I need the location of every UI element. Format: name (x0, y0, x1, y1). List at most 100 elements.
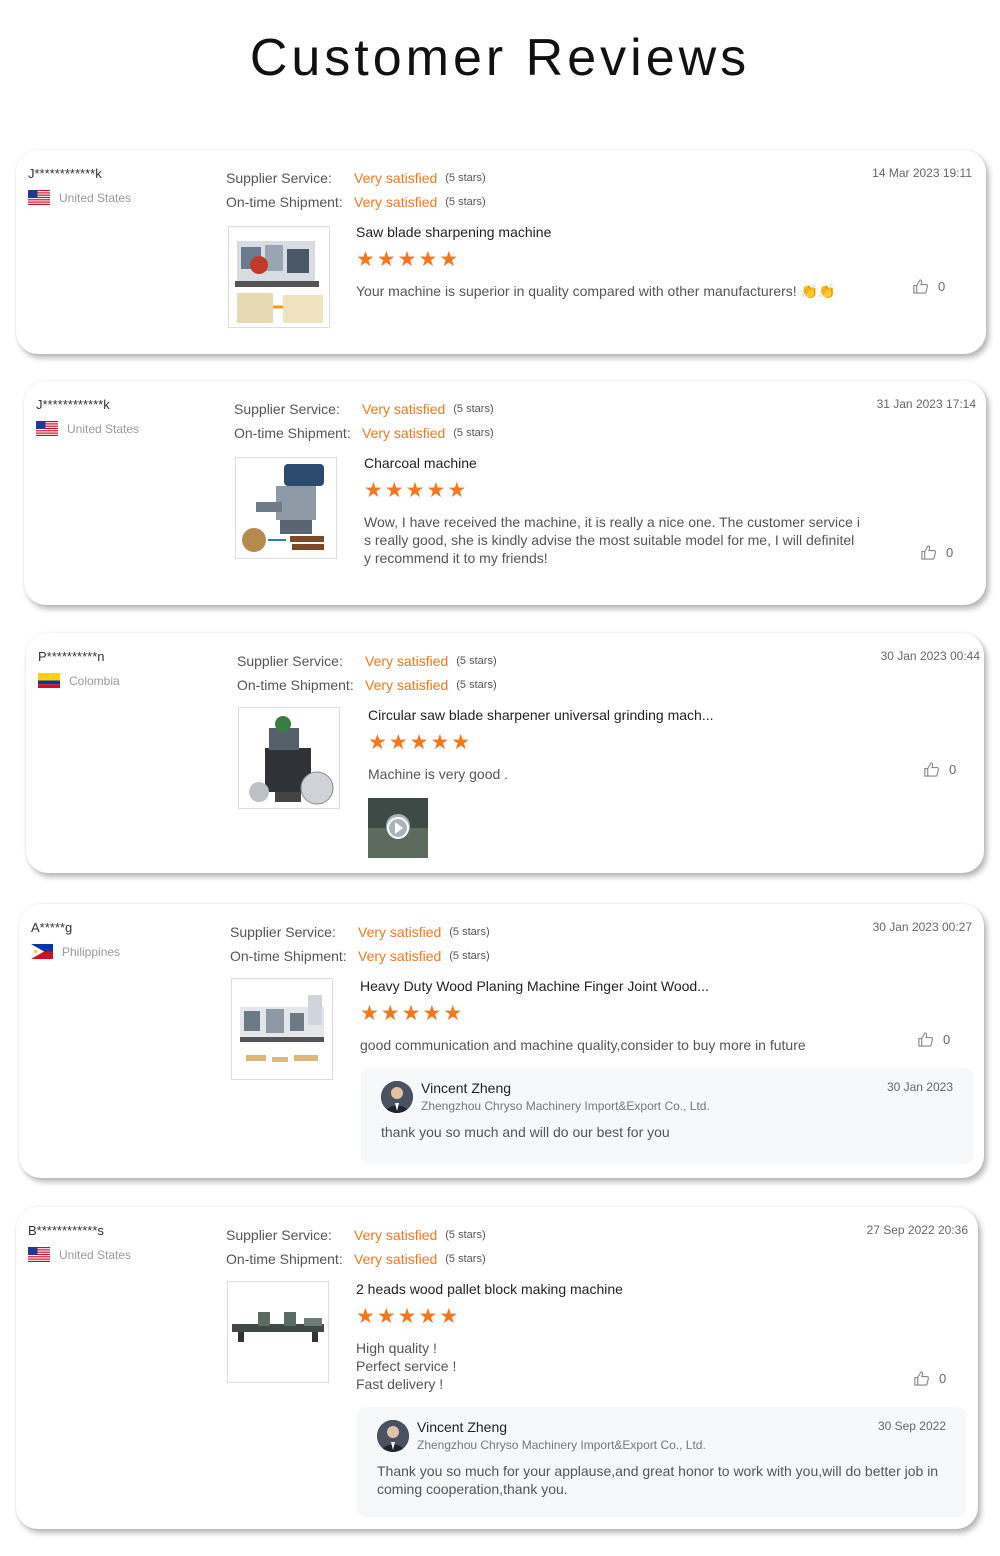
star-icon: ★ (451, 731, 471, 754)
supplier-service-stars: (5 stars) (453, 403, 494, 415)
star-rating: ★ ★ ★ ★ ★ (364, 479, 860, 503)
supplier-service-stars: (5 stars) (456, 655, 497, 667)
like-count: 0 (949, 762, 957, 777)
star-icon: ★ (360, 1002, 379, 1025)
product-block: Heavy Duty Wood Planing Machine Finger J… (360, 978, 880, 1054)
star-icon: ★ (447, 479, 467, 502)
country-label: Colombia (69, 673, 120, 688)
reply-text: thank you so much and will do our best f… (381, 1124, 670, 1140)
reply-author-company: Zhengzhou Chryso Machinery Import&Export… (417, 1438, 706, 1452)
star-icon: ★ (401, 1002, 421, 1025)
shipment-label: On-time Shipment: (230, 948, 347, 964)
product-title[interactable]: Charcoal machine (364, 455, 860, 475)
like-button[interactable]: 0 (920, 544, 953, 561)
star-rating: ★ ★ ★ ★ ★ (356, 248, 876, 272)
like-button[interactable]: 0 (917, 1031, 950, 1048)
review-card: P**********n Colombia Supplier Service: V… (26, 633, 984, 873)
star-icon: ★ (356, 1305, 375, 1328)
us-flag-icon (28, 1247, 50, 1262)
like-count: 0 (939, 1371, 947, 1386)
shipment-stars: (5 stars) (456, 679, 497, 691)
product-title[interactable]: 2 heads wood pallet block making machine (356, 1281, 876, 1301)
supplier-service-value: Very satisfied (354, 170, 438, 186)
star-icon: ★ (443, 1002, 463, 1025)
reviewer-name: P**********n (38, 649, 105, 664)
star-icon: ★ (439, 248, 459, 271)
page-title: Customer Reviews (249, 29, 751, 87)
like-count: 0 (946, 545, 954, 560)
us-flag-icon (36, 421, 58, 436)
supplier-service-value: Very satisfied (354, 1227, 438, 1243)
avatar (377, 1420, 409, 1452)
product-block: Saw blade sharpening machine ★ ★ ★ ★ ★ Your … (356, 224, 876, 300)
review-date: 30 Jan 2023 00:27 (872, 920, 972, 934)
like-count: 0 (938, 279, 946, 294)
supplier-service-label: Supplier Service: (237, 653, 343, 669)
supplier-service-value: Very satisfied (362, 401, 446, 417)
star-icon: ★ (405, 479, 425, 502)
like-button[interactable]: 0 (913, 1370, 946, 1387)
seller-reply: Vincent Zheng Zhengzhou Chryso Machinery… (357, 1407, 966, 1517)
shipment-value: Very satisfied (354, 1251, 438, 1267)
supplier-service-label: Supplier Service: (230, 924, 336, 940)
product-image[interactable] (227, 1281, 329, 1383)
like-count: 0 (943, 1032, 951, 1047)
review-date: 27 Sep 2022 20:36 (866, 1223, 968, 1237)
shipment-value: Very satisfied (358, 948, 442, 964)
shipment-stars: (5 stars) (445, 196, 486, 208)
star-icon: ★ (397, 248, 417, 271)
shipment-value: Very satisfied (362, 425, 446, 441)
reviewer-country: United States (28, 190, 131, 205)
us-flag-icon (28, 190, 50, 205)
review-card: B************s United States Supplier Se… (16, 1207, 978, 1529)
shipment-label: On-time Shipment: (226, 194, 343, 210)
star-icon: ★ (422, 1002, 442, 1025)
product-title[interactable]: Saw blade sharpening machine (356, 224, 876, 244)
supplier-service-stars: (5 stars) (445, 172, 486, 184)
reviewer-country: United States (28, 1247, 131, 1262)
shipment-stars: (5 stars) (449, 950, 490, 962)
review-date: 14 Mar 2023 19:11 (872, 166, 972, 180)
ratings-block: Supplier Service: Very satisfied (5 stars)… (226, 166, 486, 214)
review-card: A*****g Philippines Supplier Service: Ver… (19, 904, 984, 1178)
star-icon: ★ (384, 479, 404, 502)
thumbs-up-icon (913, 279, 929, 294)
star-rating: ★ ★ ★ ★ ★ (368, 731, 888, 755)
product-image[interactable] (238, 707, 340, 809)
reply-date: 30 Sep 2022 (877, 1419, 946, 1433)
reviewer-name: J************k (28, 166, 102, 181)
reviewer-name: A*****g (31, 920, 73, 935)
shipment-stars: (5 stars) (445, 1253, 486, 1265)
supplier-service-value: Very satisfied (365, 653, 449, 669)
star-icon: ★ (388, 731, 408, 754)
review-comment: High quality ! Perfect service ! Fast de… (356, 1340, 457, 1392)
reviewer-country: United States (36, 421, 139, 436)
product-title[interactable]: Circular saw blade sharpener universal g… (368, 707, 888, 727)
thumbs-up-icon (918, 1032, 934, 1047)
like-button[interactable]: 0 (923, 761, 956, 778)
product-title[interactable]: Heavy Duty Wood Planing Machine Finger J… (360, 978, 880, 998)
review-video-thumbnail[interactable] (368, 798, 428, 858)
star-icon: ★ (356, 248, 375, 271)
star-rating: ★ ★ ★ ★ ★ (356, 1305, 876, 1329)
thumbs-up-icon (924, 762, 940, 777)
star-icon: ★ (439, 1305, 459, 1328)
shipment-stars: (5 stars) (453, 427, 494, 439)
like-button[interactable]: 0 (912, 278, 945, 295)
star-icon: ★ (364, 479, 383, 502)
supplier-service-label: Supplier Service: (226, 170, 332, 186)
star-icon: ★ (376, 248, 396, 271)
review-comment: Wow, I have received the machine, it is … (364, 514, 860, 566)
star-icon: ★ (409, 731, 429, 754)
star-icon: ★ (397, 1305, 417, 1328)
seller-reply: Vincent Zheng Zhengzhou Chryso Machinery… (361, 1068, 973, 1164)
product-image[interactable] (235, 457, 337, 559)
shipment-value: Very satisfied (365, 677, 449, 693)
product-image[interactable] (228, 226, 330, 328)
reply-author-name: Vincent Zheng (417, 1419, 508, 1435)
product-image[interactable] (231, 978, 333, 1080)
review-card: J************k United States Supplier Se… (24, 381, 986, 605)
thumbs-up-icon (914, 1371, 930, 1386)
star-icon: ★ (426, 479, 446, 502)
star-icon: ★ (376, 1305, 396, 1328)
